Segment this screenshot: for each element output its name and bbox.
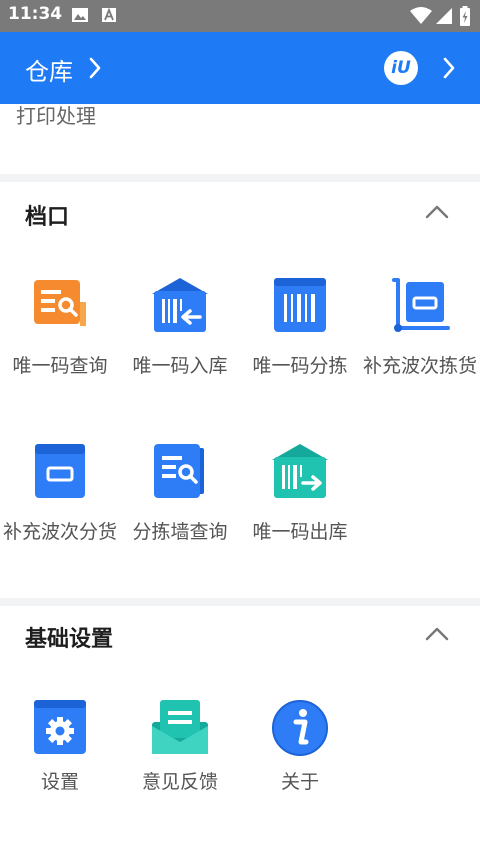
- section-stall: 档口 唯一码查询 唯一码入库 唯一码分拣 补充波次拣货 补充波次分货 分拣墙查询…: [0, 182, 480, 598]
- signal-icon: [436, 8, 452, 24]
- section-basic-settings: 基础设置 设置 意见反馈 关于: [0, 606, 480, 853]
- tile-label: 补充波次分货: [2, 521, 117, 543]
- chevron-up-icon[interactable]: [424, 204, 450, 220]
- brand-logo-icon[interactable]: iU: [384, 51, 418, 85]
- status-bar: 11:34: [0, 0, 480, 32]
- settings-icon: [34, 700, 86, 754]
- unique-code-inbound-icon: [152, 278, 208, 332]
- section-title-basic-settings: 基础设置: [25, 627, 114, 652]
- print-processing-label[interactable]: 打印处理: [16, 100, 96, 129]
- tile-label: 补充波次拣货: [362, 355, 477, 377]
- print-section: 打印处理: [0, 104, 480, 174]
- status-time: 11:34: [8, 4, 63, 24]
- tile-label: 唯一码入库: [132, 355, 228, 377]
- tile-label: 唯一码查询: [12, 355, 108, 377]
- tile-label: 分拣墙查询: [132, 521, 228, 543]
- about-info-icon: [272, 700, 328, 756]
- section-title-stall: 档口: [25, 205, 70, 230]
- app-header: 仓库 iU: [0, 32, 480, 104]
- unique-code-sort-icon: [274, 278, 326, 332]
- image-icon: [72, 8, 88, 22]
- tile-label: 唯一码分拣: [252, 355, 348, 377]
- tile-label: 关于: [280, 771, 319, 793]
- battery-charging-icon: [460, 6, 470, 26]
- section-divider: [0, 174, 480, 182]
- tile-label: 意见反馈: [141, 771, 218, 793]
- tile-label: 设置: [40, 771, 79, 793]
- section-divider: [0, 598, 480, 606]
- warehouse-title[interactable]: 仓库: [25, 52, 73, 87]
- wave-picking-icon: [392, 278, 450, 332]
- unique-code-query-icon: [34, 280, 86, 326]
- wifi-icon: [410, 7, 432, 24]
- wave-distribution-icon: [35, 444, 85, 498]
- feedback-icon: [152, 700, 208, 754]
- a-notification-icon: [102, 8, 116, 22]
- chevron-right-icon[interactable]: [88, 57, 102, 79]
- tile-label: 唯一码出库: [252, 521, 348, 543]
- chevron-up-icon[interactable]: [424, 626, 450, 642]
- chevron-right-icon[interactable]: [442, 57, 456, 79]
- unique-code-outbound-icon: [272, 444, 328, 498]
- sorting-wall-query-icon: [154, 444, 204, 498]
